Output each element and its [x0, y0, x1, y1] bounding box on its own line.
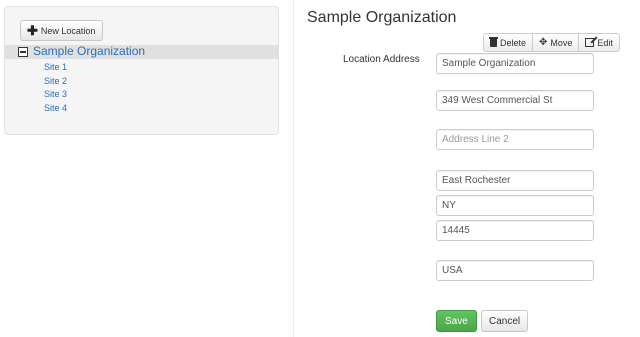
location-tree-panel: ✚ New Location Sample Organization Site …	[4, 6, 279, 135]
tree-item-site-3[interactable]: Site 3	[44, 88, 67, 102]
zip-field[interactable]	[436, 220, 594, 241]
location-manager-page: ✚ New Location Sample Organization Site …	[0, 0, 640, 337]
delete-button[interactable]: Delete	[483, 33, 534, 52]
tree-item-site-4[interactable]: Site 4	[44, 102, 67, 116]
edit-icon	[585, 38, 595, 47]
address-line-1-field[interactable]	[436, 90, 594, 111]
city-field[interactable]	[436, 170, 594, 191]
location-name-field[interactable]	[436, 53, 594, 74]
cancel-button[interactable]: Cancel	[481, 310, 529, 332]
move-label: Move	[550, 37, 573, 48]
location-address-label: Location Address	[343, 54, 420, 65]
action-button-group: Delete ✥ Move Edit	[483, 33, 620, 52]
edit-button[interactable]: Edit	[578, 33, 620, 52]
tree-item-site-2[interactable]: Site 2	[44, 75, 67, 89]
move-button[interactable]: ✥ Move	[532, 33, 580, 52]
state-field[interactable]	[436, 195, 594, 216]
new-location-label: New Location	[40, 25, 96, 36]
collapse-square-icon[interactable]	[18, 47, 28, 57]
plus-icon: ✚	[27, 22, 38, 38]
trash-icon	[489, 37, 498, 47]
country-field[interactable]	[436, 260, 594, 281]
panel-divider	[293, 0, 294, 337]
tree-root-label[interactable]: Sample Organization	[33, 44, 145, 58]
edit-label: Edit	[597, 37, 613, 48]
delete-label: Delete	[500, 37, 527, 48]
address-line-2-field[interactable]	[436, 129, 594, 150]
tree-root-row[interactable]: Sample Organization	[5, 44, 278, 59]
new-location-button[interactable]: ✚ New Location	[20, 20, 104, 41]
move-arrows-icon: ✥	[539, 36, 548, 48]
tree-children-list: Site 1 Site 2 Site 3 Site 4	[44, 61, 67, 115]
save-button[interactable]: Save	[436, 310, 477, 332]
page-title: Sample Organization	[307, 9, 457, 26]
tree-item-site-1[interactable]: Site 1	[44, 61, 67, 75]
